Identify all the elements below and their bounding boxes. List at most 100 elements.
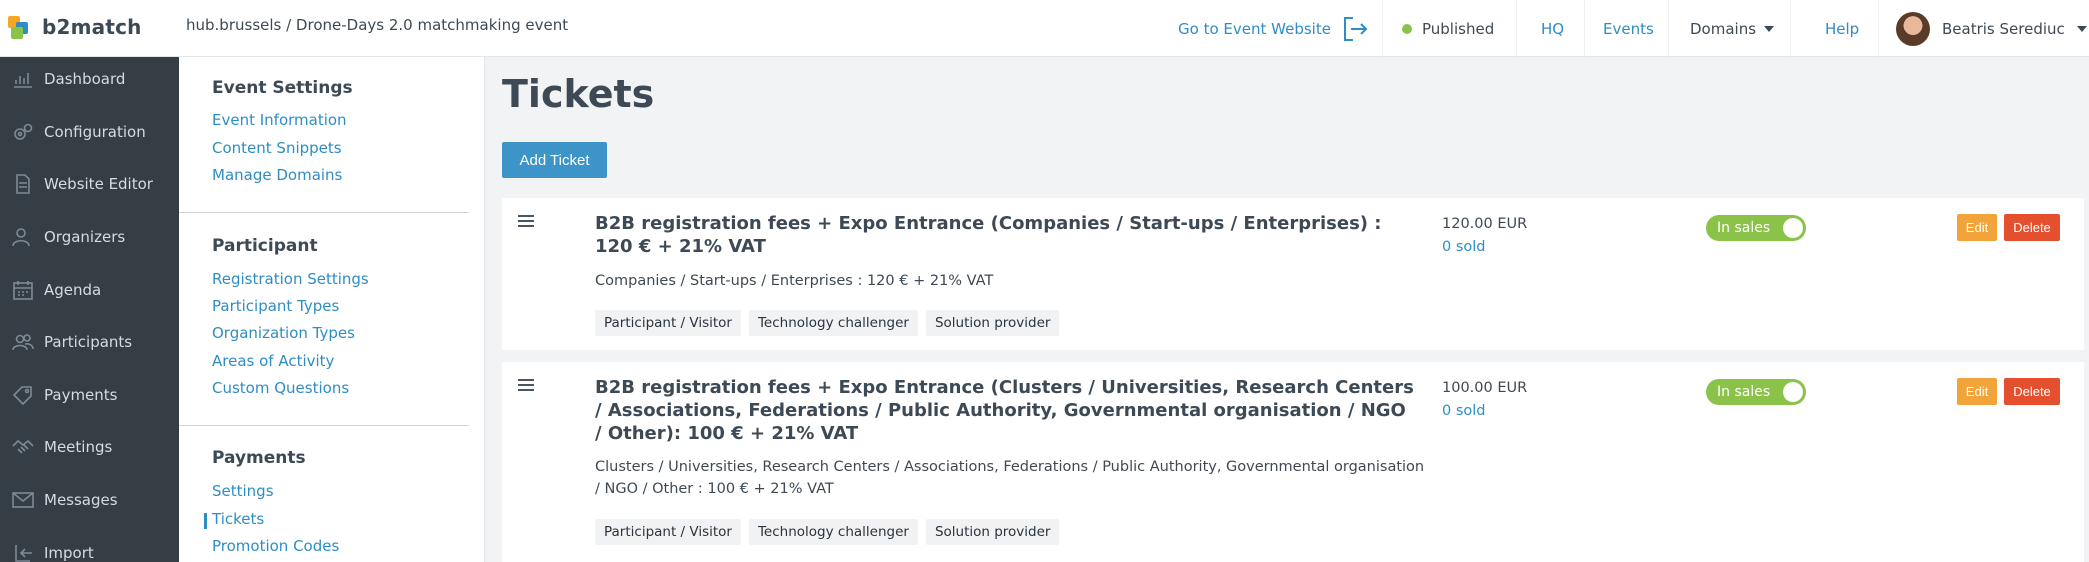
top-bar: b2match hub.brussels / Drone-Days 2.0 ma…: [0, 0, 2089, 57]
toggle-knob: [1783, 382, 1803, 402]
nav-hq-link[interactable]: HQ: [1541, 0, 1564, 57]
sidebar-item-payments[interactable]: Payments: [0, 375, 179, 415]
edit-button[interactable]: Edit: [1957, 378, 1997, 405]
sidebar-item-label: Organizers: [44, 228, 126, 246]
go-to-event-website-link[interactable]: Go to Event Website: [1178, 0, 1369, 57]
sidebar-item-import[interactable]: Import: [0, 533, 179, 562]
delete-button[interactable]: Delete: [2004, 378, 2060, 405]
sidebar-item-label: Messages: [44, 491, 118, 509]
nav-domains-dropdown[interactable]: Domains: [1690, 0, 1775, 57]
divider: [1790, 0, 1791, 57]
nav-hq-label: HQ: [1541, 19, 1565, 38]
sidebar-item-label: Website Editor: [44, 175, 153, 193]
nav-events-link[interactable]: Events: [1603, 0, 1654, 57]
user-menu[interactable]: Beatris Serediuc: [1896, 0, 2087, 57]
link-organization-types[interactable]: Organization Types: [212, 324, 355, 342]
section-heading-event-settings: Event Settings: [212, 78, 353, 98]
tag: Technology challenger: [748, 519, 918, 545]
section-heading-payments: Payments: [212, 448, 306, 468]
in-sales-toggle[interactable]: In sales: [1706, 379, 1806, 405]
toggle-label: In sales: [1717, 384, 1771, 400]
document-icon: [10, 173, 36, 195]
drag-handle-icon[interactable]: [518, 379, 534, 394]
b2match-logo-icon: [8, 14, 34, 40]
link-tickets[interactable]: Tickets: [212, 510, 264, 528]
divider: [1668, 0, 1669, 57]
divider: [1584, 0, 1585, 57]
in-sales-toggle[interactable]: In sales: [1706, 215, 1806, 241]
sidebar-item-label: Configuration: [44, 123, 146, 141]
sidebar-item-participants[interactable]: Participants: [0, 322, 179, 362]
nav-events-label: Events: [1603, 19, 1654, 38]
status-label: Published: [1422, 19, 1495, 38]
sidebar-item-label: Payments: [44, 386, 118, 404]
main-sidebar: Dashboard Configuration Website Editor O…: [0, 57, 179, 562]
tag: Participant / Visitor: [595, 519, 741, 545]
section-heading-participant: Participant: [212, 236, 318, 256]
people-icon: [10, 331, 36, 353]
tag: Technology challenger: [748, 310, 918, 336]
chart-icon: [10, 68, 36, 90]
sidebar-item-configuration[interactable]: Configuration: [0, 112, 179, 152]
ticket-sold-count[interactable]: 0 sold: [1442, 239, 1486, 255]
handshake-icon: [10, 436, 36, 458]
toggle-label: In sales: [1717, 220, 1771, 236]
divider: [1382, 0, 1383, 57]
sidebar-item-meetings[interactable]: Meetings: [0, 427, 179, 467]
envelope-icon: [10, 489, 36, 511]
divider: [1878, 0, 1879, 57]
edit-button[interactable]: Edit: [1957, 214, 1997, 241]
link-participant-types[interactable]: Participant Types: [212, 297, 339, 315]
users-icon: [10, 226, 36, 248]
tag: Solution provider: [925, 519, 1060, 545]
active-indicator: [204, 513, 207, 529]
tag: Participant / Visitor: [595, 310, 741, 336]
link-settings[interactable]: Settings: [212, 482, 274, 500]
brand-name: b2match: [42, 15, 142, 39]
go-to-event-website-label: Go to Event Website: [1178, 19, 1331, 38]
ticket-price: 100.00 EUR: [1442, 380, 1528, 396]
status-badge: Published: [1402, 0, 1494, 57]
link-promotion-codes[interactable]: Promotion Codes: [212, 537, 339, 555]
ticket-sold-count[interactable]: 0 sold: [1442, 403, 1486, 419]
toggle-knob: [1783, 218, 1803, 238]
exit-icon: [1343, 16, 1368, 41]
link-custom-questions[interactable]: Custom Questions: [212, 379, 349, 397]
sidebar-item-label: Meetings: [44, 438, 113, 456]
sidebar-item-dashboard[interactable]: Dashboard: [0, 59, 179, 99]
ticket-description: Clusters / Universities, Research Center…: [595, 459, 1425, 497]
chevron-down-icon: [1764, 25, 1775, 32]
link-event-information[interactable]: Event Information: [212, 111, 347, 129]
link-content-snippets[interactable]: Content Snippets: [212, 139, 342, 157]
avatar: [1896, 11, 1930, 46]
chevron-down-icon: [2076, 25, 2087, 32]
ticket-tags: Participant / Visitor Technology challen…: [595, 310, 1060, 336]
link-registration-settings[interactable]: Registration Settings: [212, 270, 369, 288]
drag-handle-icon[interactable]: [518, 215, 534, 230]
sidebar-item-website-editor[interactable]: Website Editor: [0, 164, 179, 204]
nav-help-label: Help: [1825, 19, 1860, 38]
tag-icon: [10, 384, 36, 406]
sidebar-item-messages[interactable]: Messages: [0, 480, 179, 520]
sidebar-item-label: Import: [44, 544, 94, 562]
sidebar-item-label: Participants: [44, 333, 133, 351]
link-manage-domains[interactable]: Manage Domains: [212, 166, 342, 184]
delete-button[interactable]: Delete: [2004, 214, 2060, 241]
sidebar-item-agenda[interactable]: Agenda: [0, 270, 179, 310]
add-ticket-button[interactable]: Add Ticket: [502, 142, 607, 178]
import-icon: [10, 542, 36, 562]
ticket-title: B2B registration fees + Expo Entrance (C…: [595, 377, 1414, 444]
divider: [179, 425, 469, 426]
gears-icon: [10, 121, 36, 143]
nav-domains-label: Domains: [1690, 19, 1757, 38]
sidebar-item-organizers[interactable]: Organizers: [0, 217, 179, 257]
breadcrumb[interactable]: hub.brussels / Drone-Days 2.0 matchmakin…: [186, 16, 568, 34]
divider: [1516, 0, 1517, 57]
status-dot-icon: [1402, 23, 1412, 34]
nav-help-link[interactable]: Help: [1825, 0, 1859, 57]
user-name: Beatris Serediuc: [1942, 19, 2065, 38]
link-areas-of-activity[interactable]: Areas of Activity: [212, 352, 334, 370]
logo[interactable]: b2match: [8, 14, 142, 40]
ticket-title: B2B registration fees + Expo Entrance (C…: [595, 213, 1382, 257]
sidebar-item-label: Agenda: [44, 281, 102, 299]
